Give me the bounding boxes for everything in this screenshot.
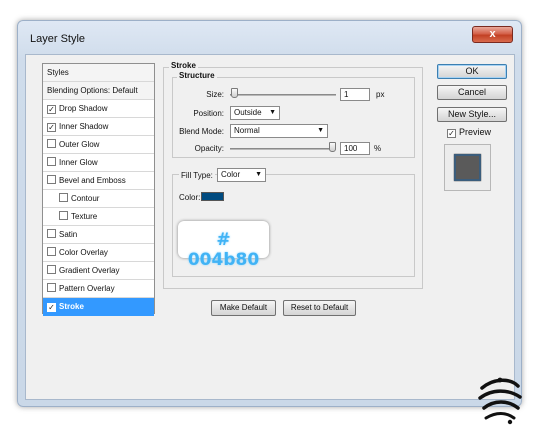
style-item-label: Drop Shadow	[59, 104, 108, 113]
style-item-label: Bevel and Emboss	[59, 176, 126, 185]
style-item-inner-glow[interactable]: Inner Glow	[43, 154, 154, 172]
chevron-down-icon: ▼	[317, 127, 324, 134]
opacity-unit: %	[374, 144, 382, 153]
bevel-emboss-checkbox[interactable]	[47, 175, 56, 184]
style-item-pattern-overlay[interactable]: Pattern Overlay	[43, 280, 154, 298]
styles-list: Styles Blending Options: Default ✓ Drop S…	[42, 63, 155, 316]
preview-label: Preview	[459, 127, 492, 137]
style-item-contour[interactable]: Contour	[43, 190, 154, 208]
structure-group-title: Structure	[177, 71, 217, 80]
chevron-down-icon: ▼	[269, 109, 276, 116]
cancel-button[interactable]: Cancel	[437, 85, 507, 100]
preview-toggle[interactable]: ✓ Preview	[447, 127, 491, 138]
style-item-outer-glow[interactable]: Outer Glow	[43, 136, 154, 154]
fill-type-select[interactable]: Color ▼	[217, 168, 266, 182]
close-button[interactable]: x	[472, 26, 513, 43]
position-label: Position:	[193, 109, 224, 118]
styles-header[interactable]: Styles	[43, 64, 154, 82]
size-slider-thumb[interactable]	[231, 88, 238, 98]
new-style-button[interactable]: New Style...	[437, 107, 507, 122]
fill-type-value: Color	[221, 170, 241, 179]
style-item-label: Stroke	[59, 302, 84, 311]
contour-checkbox[interactable]	[59, 193, 68, 202]
hex-annotation-box: # 004b80	[178, 221, 269, 270]
fill-type-label: Fill Type:	[179, 171, 215, 180]
window-title: Layer Style	[30, 33, 86, 45]
style-item-texture[interactable]: Texture	[43, 208, 154, 226]
dialog-body: Styles Blending Options: Default ✓ Drop S…	[25, 54, 515, 400]
blend-mode-label: Blend Mode:	[179, 127, 224, 136]
hex-annotation-text: # 004b80	[187, 230, 260, 270]
texture-checkbox[interactable]	[59, 211, 68, 220]
style-item-label: Contour	[71, 194, 100, 203]
blending-options-item[interactable]: Blending Options: Default	[43, 82, 154, 100]
chevron-down-icon: ▼	[255, 171, 262, 178]
style-item-inner-shadow[interactable]: ✓ Inner Shadow	[43, 118, 154, 136]
ok-button[interactable]: OK	[437, 64, 507, 79]
opacity-input[interactable]: 100	[340, 142, 370, 155]
drop-shadow-checkbox[interactable]: ✓	[47, 105, 56, 114]
satin-checkbox[interactable]	[47, 229, 56, 238]
color-overlay-checkbox[interactable]	[47, 247, 56, 256]
stroke-checkbox[interactable]: ✓	[47, 303, 56, 312]
preview-checkbox[interactable]: ✓	[447, 129, 456, 138]
style-item-satin[interactable]: Satin	[43, 226, 154, 244]
position-value: Outside	[234, 108, 262, 117]
style-item-label: Gradient Overlay	[59, 266, 120, 275]
size-unit: px	[376, 90, 385, 99]
watermark-logo	[478, 377, 522, 425]
color-swatch[interactable]	[201, 192, 224, 201]
gradient-overlay-checkbox[interactable]	[47, 265, 56, 274]
style-item-color-overlay[interactable]: Color Overlay	[43, 244, 154, 262]
position-select[interactable]: Outside ▼	[230, 106, 280, 120]
style-item-label: Inner Glow	[59, 158, 98, 167]
inner-shadow-checkbox[interactable]: ✓	[47, 123, 56, 132]
style-item-bevel-emboss[interactable]: Bevel and Emboss	[43, 172, 154, 190]
size-input[interactable]: 1	[340, 88, 370, 101]
style-item-label: Inner Shadow	[59, 122, 109, 131]
style-item-gradient-overlay[interactable]: Gradient Overlay	[43, 262, 154, 280]
style-item-label: Color Overlay	[59, 248, 108, 257]
blend-mode-select[interactable]: Normal ▼	[230, 124, 328, 138]
color-label: Color:	[179, 193, 201, 202]
style-preview	[444, 144, 491, 191]
layer-style-dialog: Layer Style x Styles Blending Options: D…	[17, 20, 522, 407]
outer-glow-checkbox[interactable]	[47, 139, 56, 148]
style-item-stroke[interactable]: ✓ Stroke	[43, 298, 154, 316]
inner-glow-checkbox[interactable]	[47, 157, 56, 166]
style-item-label: Satin	[59, 230, 78, 239]
style-item-label: Pattern Overlay	[59, 284, 115, 293]
make-default-button[interactable]: Make Default	[211, 300, 276, 316]
opacity-slider-thumb[interactable]	[329, 142, 336, 152]
reset-to-default-button[interactable]: Reset to Default	[283, 300, 356, 316]
blend-mode-value: Normal	[234, 126, 260, 135]
style-item-drop-shadow[interactable]: ✓ Drop Shadow	[43, 100, 154, 118]
stroke-group-title: Stroke	[169, 61, 198, 70]
opacity-label: Opacity:	[194, 144, 224, 153]
pattern-overlay-checkbox[interactable]	[47, 283, 56, 292]
title-bar: Layer Style x	[18, 21, 521, 55]
preview-thumbnail	[454, 154, 481, 181]
opacity-slider-track[interactable]	[230, 148, 336, 150]
style-item-label: Outer Glow	[59, 140, 100, 149]
size-slider-track[interactable]	[230, 94, 336, 96]
style-item-label: Texture	[71, 212, 98, 221]
size-label: Size:	[206, 90, 224, 99]
